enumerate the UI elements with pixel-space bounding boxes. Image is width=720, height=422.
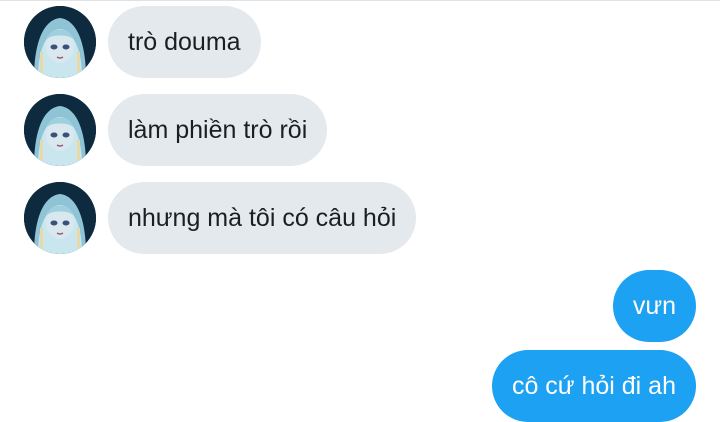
message-row-received: nhưng mà tôi có câu hỏi — [24, 182, 417, 254]
anime-character-avatar-icon — [24, 182, 96, 254]
message-bubble[interactable]: cô cứ hỏi đi ah — [491, 350, 696, 422]
message-row-sent: vưn — [612, 270, 696, 342]
message-bubble[interactable]: vưn — [612, 270, 696, 342]
anime-character-avatar-icon — [24, 6, 96, 78]
message-bubble[interactable]: trò douma — [108, 6, 261, 78]
avatar-icon[interactable] — [24, 94, 96, 166]
message-bubble[interactable]: nhưng mà tôi có câu hỏi — [108, 182, 417, 254]
anime-character-avatar-icon — [24, 94, 96, 166]
avatar-icon[interactable] — [24, 182, 96, 254]
message-bubble[interactable]: làm phiền trò rồi — [108, 94, 328, 166]
message-row-received: làm phiền trò rồi — [24, 94, 328, 166]
avatar-icon[interactable] — [24, 6, 96, 78]
message-row-received: trò douma — [24, 6, 261, 78]
message-thread[interactable]: trò douma làm phiền trò rồi nhưng mà tôi… — [0, 0, 720, 422]
message-row-sent: cô cứ hỏi đi ah — [491, 350, 696, 422]
